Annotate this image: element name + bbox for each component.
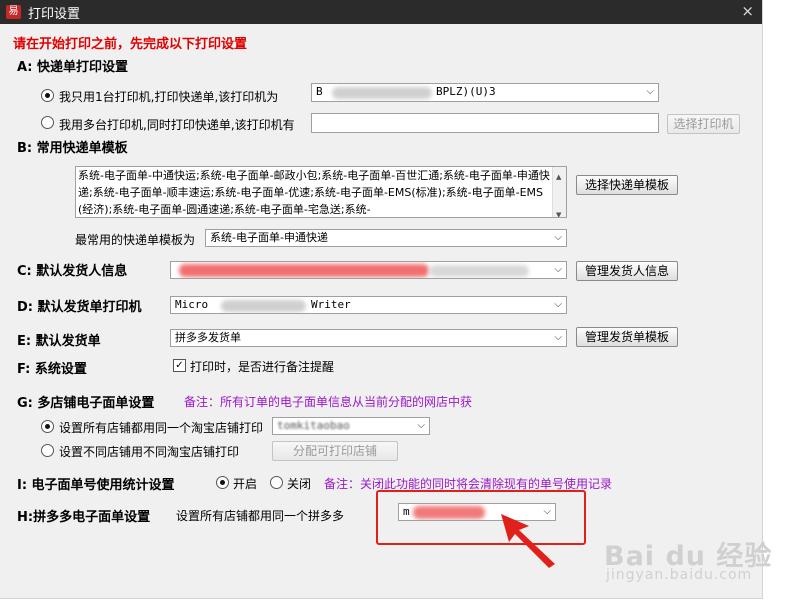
scrollbar[interactable]: ▲ ▼ <box>552 167 566 217</box>
radio-single-printer[interactable] <box>41 89 54 102</box>
radio-multi-printer-label: 我用多台打印机,同时打印快递单,该打印机有 <box>59 118 295 132</box>
title-bar[interactable]: 易 打印设置 × <box>0 0 762 24</box>
common-template-label: 最常用的快递单模板为 <box>75 233 196 247</box>
select-template-button[interactable]: 选择快递单模板 <box>576 175 678 195</box>
close-icon[interactable]: × <box>741 2 754 20</box>
sender-info-select[interactable]: ⌵ <box>170 261 567 279</box>
section-c-title: C: 默认发货人信息 <box>17 264 128 279</box>
multi-printer-field[interactable] <box>311 113 659 133</box>
notice-text: 请在开始打印之前，先完成以下打印设置 <box>13 37 248 52</box>
common-template-select[interactable]: 系统-电子面单-申通快递 ⌵ <box>205 229 567 247</box>
section-g-title: G: 多店铺电子面单设置 <box>17 396 155 411</box>
radio-single-printer-label: 我只用1台打印机,打印快递单,该打印机为 <box>59 90 279 104</box>
express-printer-value-end: BPLZ)(U)3 <box>436 85 496 98</box>
watermark-url: jingyan.baidu.com <box>606 567 753 583</box>
invoice-printer-select[interactable]: Micro Writer ⌵ <box>170 296 567 314</box>
scroll-up-icon[interactable]: ▲ <box>556 169 561 186</box>
manage-sender-button[interactable]: 管理发货人信息 <box>576 261 678 281</box>
remark-reminder-checkbox[interactable]: ✓ <box>173 359 186 372</box>
section-e-title: E: 默认发货单 <box>17 334 101 349</box>
remark-reminder-label: 打印时，是否进行备注提醒 <box>190 360 335 374</box>
section-b-title: B: 常用快递单模板 <box>17 141 128 156</box>
radio-same-shop-label: 设置所有店铺都用同一个淘宝店铺打印 <box>59 421 264 435</box>
baidu-watermark: Bai du 经验 jingyan.baidu.com <box>604 534 772 583</box>
express-printer-select[interactable]: B BPLZ)(U)3 ⌵ <box>311 83 659 102</box>
section-h-title: H:拼多多电子面单设置 <box>17 510 151 525</box>
manage-invoice-button[interactable]: 管理发货单模板 <box>576 327 678 347</box>
radio-stats-off[interactable] <box>270 476 283 489</box>
invoice-template-select[interactable]: 拼多多发货单 ⌵ <box>170 329 567 347</box>
templates-textarea[interactable]: 系统-电子面单-中通快运;系统-电子面单-邮政小包;系统-电子面单-百世汇通;系… <box>75 166 567 218</box>
chevron-down-icon: ⌵ <box>554 264 562 275</box>
section-f-title: F: 系统设置 <box>17 362 87 377</box>
radio-multi-printer[interactable] <box>41 116 54 129</box>
redacted-region <box>332 87 432 99</box>
chevron-down-icon: ⌵ <box>554 299 562 310</box>
chevron-down-icon: ⌵ <box>646 86 654 97</box>
section-i-title: I: 电子面单号使用统计设置 <box>17 478 175 493</box>
radio-diff-shop[interactable] <box>41 444 54 457</box>
express-printer-value-start: B <box>316 85 323 98</box>
radio-diff-shop-label: 设置不同店铺用不同淘宝店铺打印 <box>59 445 240 459</box>
templates-text: 系统-电子面单-中通快运;系统-电子面单-邮政小包;系统-电子面单-百世汇通;系… <box>78 169 550 216</box>
section-g-note: 备注：所有订单的电子面单信息从当前分配的网店中获 <box>184 395 473 409</box>
section-d-title: D: 默认发货单打印机 <box>17 300 142 315</box>
chevron-down-icon: ⌵ <box>417 420 425 431</box>
print-settings-window: 易 打印设置 × 请在开始打印之前，先完成以下打印设置 A: 快递单打印设置 我… <box>0 0 763 599</box>
pdd-shop-label: 设置所有店铺都用同一个拼多多 <box>176 509 345 523</box>
radio-stats-on[interactable] <box>216 476 229 489</box>
redacted-region <box>179 264 429 277</box>
chevron-down-icon: ⌵ <box>554 232 562 243</box>
chevron-down-icon: ⌵ <box>554 332 562 343</box>
app-icon: 易 <box>6 5 21 19</box>
invoice-printer-value-end: Writer <box>311 298 351 311</box>
window-title: 打印设置 <box>28 7 81 22</box>
select-printer-button[interactable]: 选择打印机 <box>667 114 740 134</box>
radio-stats-on-label: 开启 <box>233 477 258 491</box>
taobao-shop-value: tomkitaobao <box>277 419 350 432</box>
section-a-title: A: 快递单打印设置 <box>17 60 129 75</box>
taobao-shop-select[interactable]: tomkitaobao ⌵ <box>272 417 430 435</box>
redacted-region <box>221 300 306 312</box>
radio-stats-off-label: 关闭 <box>287 477 312 491</box>
annotation-arrow-icon <box>501 514 555 568</box>
invoice-template-value: 拼多多发货单 <box>175 331 241 344</box>
invoice-printer-value-start: Micro <box>175 298 209 311</box>
assign-shop-button[interactable]: 分配可打印店铺 <box>272 441 398 461</box>
scroll-down-icon[interactable]: ▼ <box>556 207 561 217</box>
common-template-value: 系统-电子面单-申通快递 <box>210 231 328 244</box>
radio-same-shop[interactable] <box>41 420 54 433</box>
redacted-region <box>429 265 529 277</box>
